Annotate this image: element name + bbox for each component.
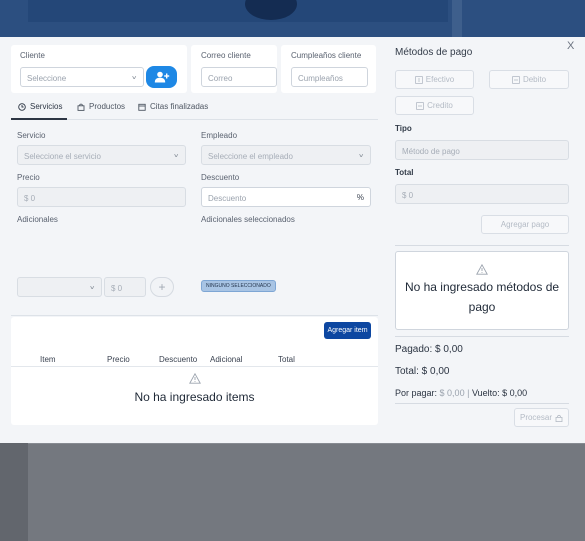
service-form: Servicio Seleccione el servicio ∨ Emplea…: [11, 121, 378, 323]
chevron-down-icon: ∨: [131, 74, 137, 81]
client-email-label: Correo cliente: [201, 51, 251, 60]
none-selected-badge: NINGUNO SELECCIONADO: [201, 280, 276, 292]
to-pay-label: Por pagar:: [395, 388, 438, 398]
pay-debito-button[interactable]: Debito: [489, 70, 569, 89]
items-table-header: Item Precio Descuento Adicional Total: [11, 351, 378, 367]
client-select[interactable]: Seleccione ∨: [20, 67, 144, 87]
payment-divider: [395, 245, 569, 246]
lock-icon: [555, 414, 563, 422]
payments-empty-message: No ha ingresado métodos de pago: [404, 280, 560, 314]
active-tab-indicator: [11, 118, 67, 120]
client-email-field[interactable]: Correo: [201, 67, 277, 87]
bag-icon: [77, 103, 85, 111]
background-divider: [28, 443, 585, 444]
discount-label: Descuento: [201, 173, 240, 182]
clock-icon: [18, 102, 26, 111]
sale-modal: Cliente Seleccione ∨ Correo cliente Corr…: [0, 37, 585, 443]
employee-select-value: Seleccione el empleado: [208, 152, 293, 161]
selected-additionals-label: Adicionales seleccionados: [201, 215, 295, 224]
process-button[interactable]: Procesar: [514, 408, 569, 427]
service-select[interactable]: Seleccione el servicio ∨: [17, 145, 186, 165]
chevron-down-icon: ∨: [89, 284, 95, 291]
change-amount: Vuelto: $ 0,00: [471, 388, 528, 398]
payment-type-label: Tipo: [395, 124, 412, 133]
background-strip: [452, 0, 462, 40]
payment-total-field[interactable]: $ 0: [395, 184, 569, 204]
background-header: [0, 0, 585, 40]
card-icon: [416, 101, 424, 110]
additional-price-field[interactable]: $ 0: [104, 277, 146, 297]
employee-select[interactable]: Seleccione el empleado ∨: [201, 145, 371, 165]
tab-citas-label: Citas finalizadas: [150, 102, 209, 111]
client-select-value: Seleccione: [27, 74, 67, 83]
footer-divider: [395, 403, 569, 404]
background-page: [0, 443, 585, 541]
service-label: Servicio: [17, 131, 46, 140]
calendar-icon: [138, 103, 146, 111]
pay-debito-label: Debito: [522, 75, 547, 84]
chevron-down-icon: ∨: [358, 152, 364, 159]
tab-servicios[interactable]: Servicios: [18, 102, 62, 111]
client-birthday-label: Cumpleaños cliente: [291, 51, 362, 60]
additionals-label: Adicionales: [17, 215, 58, 224]
column-item: Item: [40, 355, 56, 364]
tabs-bar: Servicios Productos Citas finalizadas: [11, 98, 378, 120]
price-label: Precio: [17, 173, 40, 182]
payment-title: Métodos de pago: [395, 47, 473, 58]
add-client-button[interactable]: [146, 66, 177, 88]
to-pay-value: $ 0,00: [439, 388, 465, 398]
summary-divider: [395, 336, 569, 337]
tab-citas-finalizadas[interactable]: Citas finalizadas: [138, 102, 208, 111]
warning-icon: [476, 264, 488, 275]
column-adicional: Adicional: [210, 355, 243, 364]
background-bar: [28, 0, 448, 22]
client-email-card: Correo cliente Correo: [191, 45, 277, 93]
tab-servicios-label: Servicios: [30, 102, 63, 111]
add-user-icon: [154, 71, 169, 83]
column-descuento: Descuento: [159, 355, 198, 364]
pending-summary: Por pagar: $ 0,00 | Vuelto: $ 0,00: [395, 388, 527, 398]
warning-icon: [188, 372, 201, 384]
employee-label: Empleado: [201, 131, 238, 140]
form-divider: [11, 315, 378, 316]
additional-select[interactable]: ∨: [17, 277, 102, 297]
column-total: Total: [278, 355, 295, 364]
items-empty-message: No ha ingresado items: [134, 390, 255, 404]
client-birthday-card: Cumpleaños cliente Cumpleaños: [281, 45, 376, 93]
pay-credito-button[interactable]: Credito: [395, 96, 474, 115]
add-additional-button[interactable]: +: [150, 277, 174, 297]
total-amount: Total: $ 0,00: [395, 366, 450, 377]
client-card: Cliente Seleccione ∨: [11, 45, 187, 93]
add-item-button[interactable]: Agregar item: [324, 322, 371, 339]
background-sidebar: [0, 443, 28, 541]
tab-productos-label: Productos: [89, 102, 126, 111]
items-empty-state: No ha ingresado items: [11, 372, 378, 404]
summary-separator: |: [467, 388, 470, 398]
tab-productos[interactable]: Productos: [77, 102, 125, 111]
cash-icon: [414, 75, 423, 84]
client-label: Cliente: [20, 51, 45, 60]
pay-efectivo-label: Efectivo: [425, 75, 455, 84]
sale-form-column: Cliente Seleccione ∨ Correo cliente Corr…: [11, 45, 378, 425]
paid-amount: Pagado: $ 0,00: [395, 344, 463, 355]
payment-panel: X Métodos de pago Efectivo Debito Credit…: [389, 37, 585, 443]
discount-placeholder: Descuento: [208, 194, 247, 203]
column-precio: Precio: [107, 355, 130, 364]
payment-type-select[interactable]: Método de pago: [395, 140, 569, 160]
price-field[interactable]: $ 0: [17, 187, 186, 207]
process-label: Procesar: [519, 413, 552, 422]
add-payment-button[interactable]: Agregar pago: [481, 215, 569, 234]
payment-total-label: Total: [395, 168, 414, 177]
discount-field[interactable]: Descuento %: [201, 187, 371, 207]
client-birthday-field[interactable]: Cumpleaños: [291, 67, 368, 87]
chevron-down-icon: ∨: [173, 152, 179, 159]
pay-efectivo-button[interactable]: Efectivo: [395, 70, 474, 89]
payments-empty-state: No ha ingresado métodos de pago: [395, 251, 569, 330]
card-icon: [512, 75, 520, 84]
service-select-value: Seleccione el servicio: [24, 152, 101, 161]
pay-credito-label: Credito: [427, 101, 453, 110]
close-button[interactable]: X: [567, 40, 574, 52]
percent-suffix: %: [356, 193, 364, 202]
items-card: Agregar item Item Precio Descuento Adici…: [11, 317, 378, 425]
